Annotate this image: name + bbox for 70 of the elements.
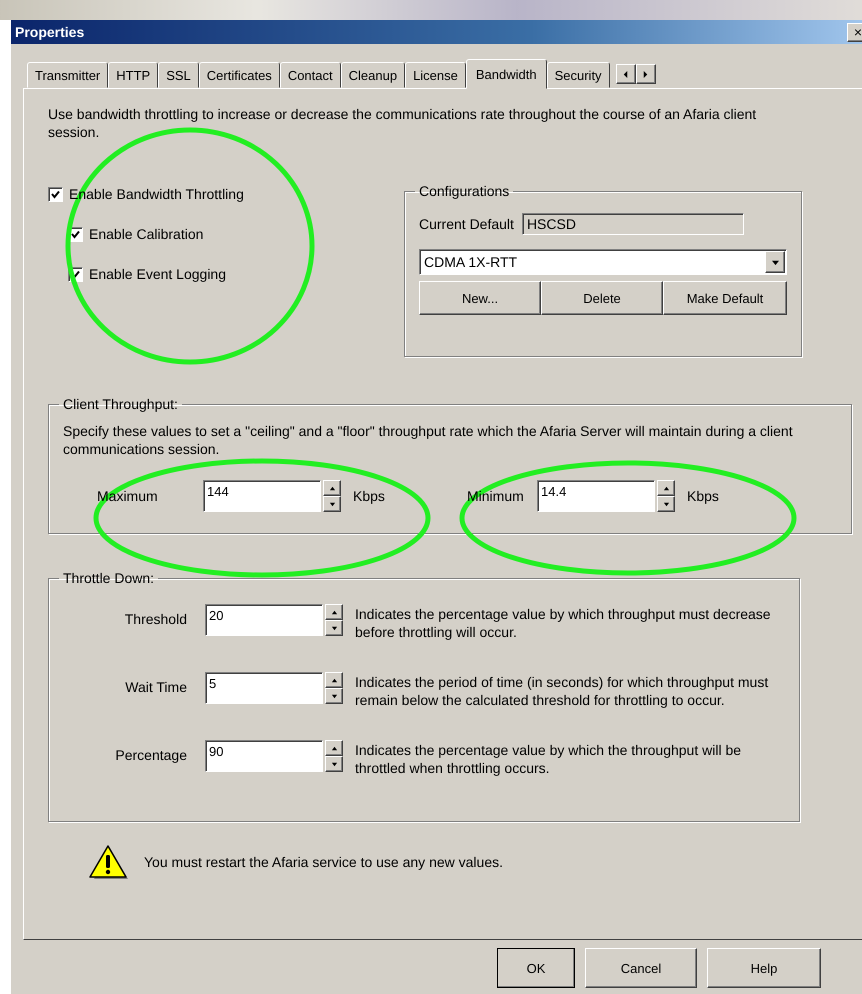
tab[interactable]: Contact [280, 62, 341, 88]
checkmark-icon [51, 190, 60, 198]
warning-text: You must restart the Afaria service to use any new values. [144, 853, 504, 871]
up-arrow-icon [330, 676, 338, 684]
tab[interactable]: Transmitter [27, 62, 108, 88]
current-default-field: HSCSD [522, 213, 744, 235]
spin-up-button[interactable] [325, 740, 343, 756]
spin-down-button[interactable] [325, 620, 343, 636]
right-arrow-icon [642, 70, 650, 78]
down-arrow-icon [662, 500, 670, 508]
number-input[interactable]: 5 [205, 672, 323, 704]
dialog-button[interactable]: Cancel [585, 948, 697, 988]
up-arrow-icon [662, 484, 670, 492]
checkbox-label: Enable Event Logging [89, 265, 226, 283]
field-label: Current Default [419, 215, 514, 233]
field-label: Wait Time [124, 679, 187, 695]
spin-up-button[interactable] [325, 604, 343, 620]
checkmark-icon [71, 230, 80, 238]
number-input[interactable]: 14.4 [537, 480, 655, 512]
dialog-button[interactable]: OK [497, 948, 575, 988]
number-input[interactable]: 90 [205, 740, 323, 772]
window-title: Properties [15, 24, 84, 40]
warning-icon [88, 844, 128, 880]
tab[interactable]: License [405, 62, 466, 88]
group-title: Client Throughput: [62, 396, 179, 412]
checkbox-label: Enable Calibration [89, 225, 204, 243]
description-text: Use bandwidth throttling to increase or decrease the communications rate throughout the course of an Afaria client session. [48, 105, 758, 141]
up-arrow-icon [328, 484, 336, 492]
config-button[interactable]: Make Default [663, 281, 787, 315]
group-title: Configurations [418, 183, 510, 199]
tab[interactable]: Certificates [198, 62, 280, 88]
unit-label: Kbps [687, 487, 719, 505]
field-label: Threshold [124, 611, 187, 627]
unit-label: Kbps [353, 487, 385, 505]
close-button[interactable]: × [847, 22, 862, 42]
scroll-left-button[interactable] [616, 64, 636, 84]
spin-down-button[interactable] [323, 496, 341, 512]
field-description: Indicates the period of time (in seconds) for which throughput must remain below the calculated threshold for throttling to occur. [355, 673, 770, 709]
tab[interactable]: Security [546, 62, 610, 88]
down-arrow-icon [330, 692, 338, 700]
up-arrow-icon [330, 744, 338, 752]
spin-down-button[interactable] [657, 496, 675, 512]
dropdown-arrow-icon [772, 258, 778, 266]
number-input[interactable]: 20 [205, 604, 323, 636]
tab[interactable]: SSL [158, 62, 199, 88]
spin-down-button[interactable] [325, 688, 343, 704]
down-arrow-icon [330, 760, 338, 768]
down-arrow-icon [328, 500, 336, 508]
checkbox[interactable] [48, 186, 63, 202]
config-button[interactable]: Delete [541, 281, 663, 315]
number-input[interactable]: 144 [203, 480, 321, 512]
spin-down-button[interactable] [325, 756, 343, 772]
spin-up-button[interactable] [657, 480, 675, 496]
tab[interactable]: HTTP [108, 62, 158, 88]
down-arrow-icon [330, 624, 338, 632]
config-button[interactable]: New... [419, 281, 541, 315]
configuration-dropdown[interactable]: CDMA 1X-RTT [419, 249, 787, 275]
tab[interactable]: Bandwidth [466, 59, 547, 89]
spin-up-button[interactable] [325, 672, 343, 688]
field-description: Indicates the percentage value by which the throughput will be throttled when throttling occurs. [355, 741, 742, 777]
up-arrow-icon [330, 608, 338, 616]
dialog-button[interactable]: Help [707, 948, 821, 988]
left-arrow-icon [622, 70, 630, 78]
scroll-right-button[interactable] [636, 64, 656, 84]
tab[interactable]: Cleanup [340, 62, 406, 88]
throughput-description: Specify these values to set a "ceiling" and a "floor" throughput rate which the Afaria Server will maintain during a client communications session. [63, 422, 794, 458]
field-label: Percentage [114, 747, 187, 763]
field-description: Indicates the percentage value by which throughput must decrease before throttling will occur. [355, 605, 772, 641]
spin-up-button[interactable] [323, 480, 341, 496]
group-title: Throttle Down: [62, 570, 156, 586]
